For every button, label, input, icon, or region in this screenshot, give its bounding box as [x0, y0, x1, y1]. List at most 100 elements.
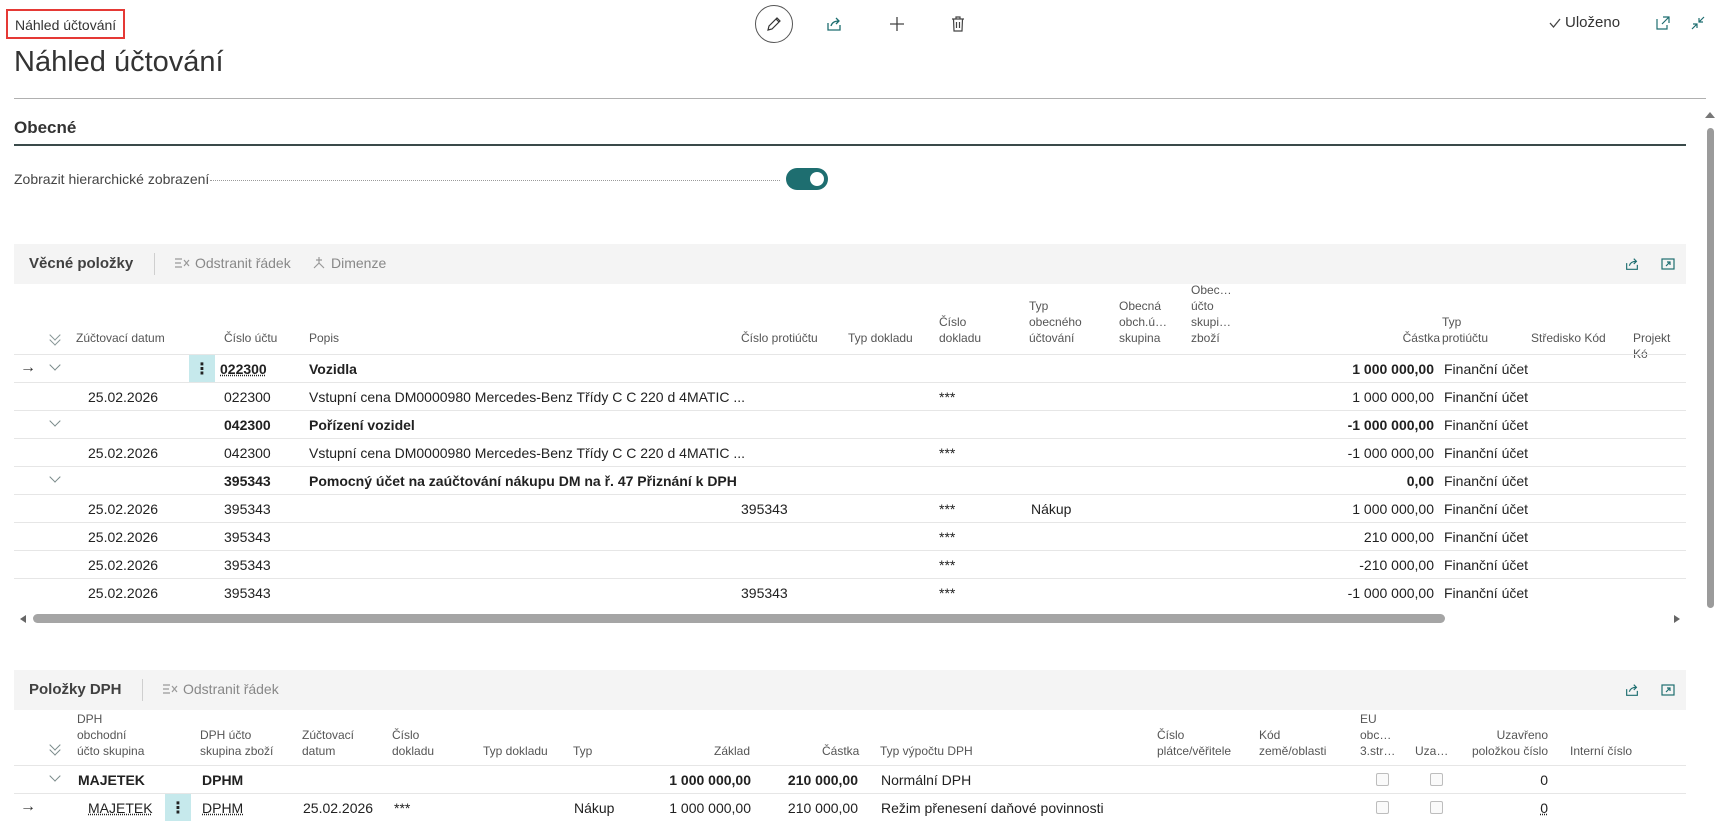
col-description[interactable]: Popis	[309, 330, 339, 346]
vat-eu-3-party-checkbox[interactable]	[1376, 773, 1389, 786]
vat-entries-toolbar: Položky DPH Odstranit řádek	[14, 670, 1686, 710]
expand-icon	[1661, 684, 1675, 696]
gl-entry-row[interactable]: 25.02.2026 395343 *** 210 000,00 Finančn…	[14, 522, 1686, 550]
bal-type-cell: Finanční účet	[1444, 389, 1529, 405]
col-document-no-line1: Číslo	[939, 315, 967, 329]
collapse-button[interactable]	[1686, 11, 1710, 35]
gl-entry-row[interactable]: 25.02.2026 022300 Vstupní cena DM0000980…	[14, 382, 1686, 410]
vat-expand-button[interactable]	[1656, 678, 1680, 702]
trash-icon	[952, 16, 964, 32]
description-cell: Pořízení vozidel	[309, 417, 415, 433]
gl-delete-line-button[interactable]: Odstranit řádek	[174, 255, 291, 271]
vertical-scrollbar[interactable]	[1707, 128, 1714, 608]
col-vat-country-code[interactable]: Kód země/oblasti	[1259, 727, 1326, 759]
scroll-right-arrow[interactable]	[1674, 615, 1680, 623]
col-vat-amount[interactable]: Částka	[822, 743, 859, 759]
vat-share-button[interactable]	[1620, 678, 1644, 702]
gl-entry-row[interactable]: 25.02.2026 395343 395343 *** Nákup 1 000…	[14, 494, 1686, 522]
vat-delete-line-button[interactable]: Odstranit řádek	[162, 681, 279, 697]
gl-group-row[interactable]: 042300 Pořízení vozidel -1 000 000,00 Fi…	[14, 410, 1686, 438]
pencil-icon	[767, 17, 781, 31]
account-no-cell: 395343	[224, 501, 271, 517]
gl-group-row[interactable]: 395343 Pomocný účet na zaúčtování nákupu…	[14, 466, 1686, 494]
col-account-no[interactable]: Číslo účtu	[224, 330, 277, 346]
group-collapse-icon[interactable]	[49, 770, 61, 782]
col-vat-internal-no[interactable]: Interní číslo	[1570, 743, 1632, 759]
col-vat-payer-line1: Číslo	[1157, 728, 1185, 742]
scroll-left-arrow[interactable]	[20, 615, 26, 623]
group-collapse-icon[interactable]	[49, 359, 61, 371]
gl-entries-title[interactable]: Věcné položky	[29, 255, 133, 272]
gl-share-button[interactable]	[1620, 252, 1644, 276]
vat-prod-group-cell[interactable]: DPHM	[202, 800, 243, 816]
col-vat-eu-3-party[interactable]: EU obc… 3.str…	[1360, 711, 1395, 759]
vat-closed-by-cell: 0	[1540, 772, 1548, 788]
amount-cell: -1 000 000,00	[1347, 417, 1434, 433]
col-vat-base[interactable]: Základ	[714, 743, 750, 759]
vat-bus-group-cell: MAJETEK	[78, 772, 145, 788]
col-document-type[interactable]: Typ dokladu	[848, 330, 913, 346]
vat-entry-row[interactable]: → MAJETEK ⋮ DPHM 25.02.2026 *** Nákup 1 …	[14, 793, 1686, 821]
col-vat-bus-posting-group[interactable]: DPH obchodní účto skupina	[77, 711, 144, 759]
col-gen-bus-posting-group[interactable]: Obecná obch.ú… skupina	[1119, 298, 1167, 346]
posting-date-cell: 25.02.2026	[88, 557, 159, 573]
col-document-no[interactable]: Číslo dokladu	[939, 314, 981, 346]
hierarchy-view-toggle[interactable]	[786, 168, 828, 190]
posting-date-cell: 25.02.2026	[88, 389, 159, 405]
col-gen-posting-type[interactable]: Typ obecného účtování	[1029, 298, 1082, 346]
add-button[interactable]	[883, 10, 911, 38]
vat-closed-by-cell[interactable]: 0	[1470, 800, 1548, 816]
account-no-cell: 395343	[224, 557, 271, 573]
horizontal-scrollbar[interactable]	[33, 614, 1445, 623]
col-vat-posting-date[interactable]: Zúčtovací datum	[302, 727, 354, 759]
col-gen-bus-line1: Obecná	[1119, 299, 1162, 313]
gl-entries-grid: Zúčtovací datum Číslo účtu Popis Číslo p…	[14, 284, 1686, 604]
account-no-cell[interactable]: 022300	[220, 361, 267, 377]
vat-eu-3-party-checkbox[interactable]	[1376, 801, 1389, 814]
col-vat-registration-no[interactable]: Číslo plátce/věřitele	[1157, 727, 1231, 759]
group-collapse-icon[interactable]	[49, 471, 61, 483]
gl-expand-button[interactable]	[1656, 252, 1680, 276]
group-collapse-icon[interactable]	[49, 415, 61, 427]
bal-account-no-cell: 395343	[741, 501, 788, 517]
col-vat-closed[interactable]: Uza…	[1415, 743, 1448, 759]
breadcrumb[interactable]: Náhled účtování	[6, 9, 126, 39]
col-bal-account-no[interactable]: Číslo protiúčtu	[741, 330, 818, 346]
col-bal-account-type[interactable]: Typ protiúčtu	[1442, 314, 1488, 346]
general-section-title[interactable]: Obecné	[14, 118, 76, 138]
col-vat-document-type[interactable]: Typ dokladu	[483, 743, 548, 759]
edit-button[interactable]	[755, 5, 793, 43]
col-amount-label: Částka	[1402, 331, 1440, 345]
gl-entry-row[interactable]: 25.02.2026 042300 Vstupní cena DM0000980…	[14, 438, 1686, 466]
col-gen-prod-posting-group[interactable]: Obec… účto skupi… zboží	[1191, 284, 1232, 346]
row-actions-button[interactable]: ⋮	[189, 355, 215, 382]
gl-dimensions-button[interactable]: Dimenze	[312, 255, 386, 271]
row-actions-button[interactable]: ⋮	[165, 794, 191, 821]
col-vat-closed-by-entry[interactable]: Uzavřeno položkou číslo	[1470, 727, 1548, 759]
gl-entry-row[interactable]: 25.02.2026 395343 395343 *** -1 000 000,…	[14, 578, 1686, 604]
col-vat-calc-type[interactable]: Typ výpočtu DPH	[880, 743, 973, 759]
vat-entries-title[interactable]: Položky DPH	[29, 681, 122, 698]
delete-button[interactable]	[944, 10, 972, 38]
col-vat-type[interactable]: Typ	[573, 743, 592, 759]
vat-bus-group-cell[interactable]: MAJETEK	[88, 800, 153, 816]
col-vat-prod-posting-group[interactable]: DPH účto skupina zboží	[200, 727, 273, 759]
share-button[interactable]	[820, 10, 848, 38]
col-department-code[interactable]: Středisko Kód	[1531, 330, 1606, 346]
vat-group-row[interactable]: MAJETEK DPHM 1 000 000,00 210 000,00 Nor…	[14, 765, 1686, 793]
col-posting-date[interactable]: Zúčtovací datum	[76, 330, 165, 346]
col-vat-prod-line2: skupina zboží	[200, 744, 274, 758]
gl-entry-row[interactable]: 25.02.2026 395343 *** -210 000,00 Finanč…	[14, 550, 1686, 578]
col-vat-bus-line3: účto skupina	[77, 744, 145, 758]
col-vat-document-no[interactable]: Číslo dokladu	[392, 727, 434, 759]
col-gen-prod-line1: Obec…	[1191, 284, 1232, 297]
document-no-cell: ***	[939, 501, 956, 517]
open-new-window-button[interactable]	[1651, 11, 1675, 35]
vat-closed-checkbox[interactable]	[1430, 801, 1443, 814]
checkmark-icon	[1549, 18, 1561, 28]
toolbar-separator	[142, 679, 143, 701]
vat-closed-checkbox[interactable]	[1430, 773, 1443, 786]
bal-type-cell: Finanční účet	[1444, 557, 1529, 573]
gl-group-row[interactable]: → ⋮ 022300 Vozidla 1 000 000,00 Finanční…	[14, 354, 1686, 382]
scroll-up-arrow[interactable]	[1705, 112, 1715, 118]
